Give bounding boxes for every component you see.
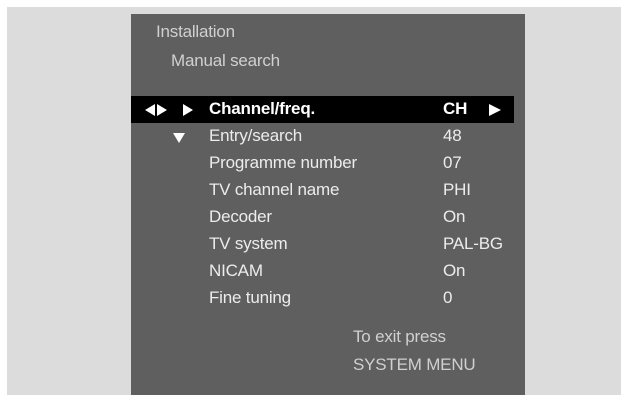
- menu-list: Channel/freq. CH Entry/search 48 Program…: [131, 96, 525, 312]
- menu-item-value: PAL-BG: [443, 234, 503, 253]
- exit-hint: To exit press SYSTEM MENU: [353, 323, 476, 379]
- menu-item-value: On: [443, 207, 466, 226]
- menu-item-programme-number[interactable]: Programme number 07: [131, 150, 525, 177]
- menu-item-value: 07: [443, 153, 462, 172]
- menu-item-label: NICAM: [209, 261, 263, 280]
- menu-item-entry-search[interactable]: Entry/search 48: [131, 123, 525, 150]
- menu-item-nicam[interactable]: NICAM On: [131, 258, 525, 285]
- menu-item-label: Channel/freq.: [209, 99, 316, 118]
- menu-title: Installation: [156, 22, 235, 41]
- menu-item-value: PHI: [443, 180, 471, 199]
- menu-item-label: Decoder: [209, 207, 272, 226]
- menu-item-tv-system[interactable]: TV system PAL-BG: [131, 231, 525, 258]
- down-arrow-icon: [173, 133, 185, 143]
- menu-item-label: TV system: [209, 234, 288, 253]
- menu-item-value: 48: [443, 126, 462, 145]
- osd-menu-panel: Installation Manual search Channel/freq.…: [131, 14, 525, 395]
- menu-item-label: Programme number: [209, 153, 357, 172]
- menu-item-value: 0: [443, 288, 453, 307]
- menu-item-channel-freq[interactable]: Channel/freq. CH: [131, 96, 514, 123]
- right-arrow-icon: [489, 104, 501, 116]
- menu-item-fine-tuning[interactable]: Fine tuning 0: [131, 285, 525, 312]
- screen-frame: Installation Manual search Channel/freq.…: [7, 7, 621, 395]
- exit-hint-line: To exit press: [353, 327, 446, 346]
- menu-item-label: Entry/search: [209, 126, 303, 145]
- menu-item-tv-channel-name[interactable]: TV channel name PHI: [131, 177, 525, 204]
- menu-item-decoder[interactable]: Decoder On: [131, 204, 525, 231]
- menu-item-label: TV channel name: [209, 180, 340, 199]
- menu-subtitle: Manual search: [171, 51, 280, 70]
- menu-item-value: CH: [443, 99, 468, 118]
- nav-arrows-icon: [145, 104, 193, 116]
- menu-item-value: On: [443, 261, 466, 280]
- exit-hint-key: SYSTEM MENU: [353, 355, 476, 374]
- menu-item-label: Fine tuning: [209, 288, 291, 307]
